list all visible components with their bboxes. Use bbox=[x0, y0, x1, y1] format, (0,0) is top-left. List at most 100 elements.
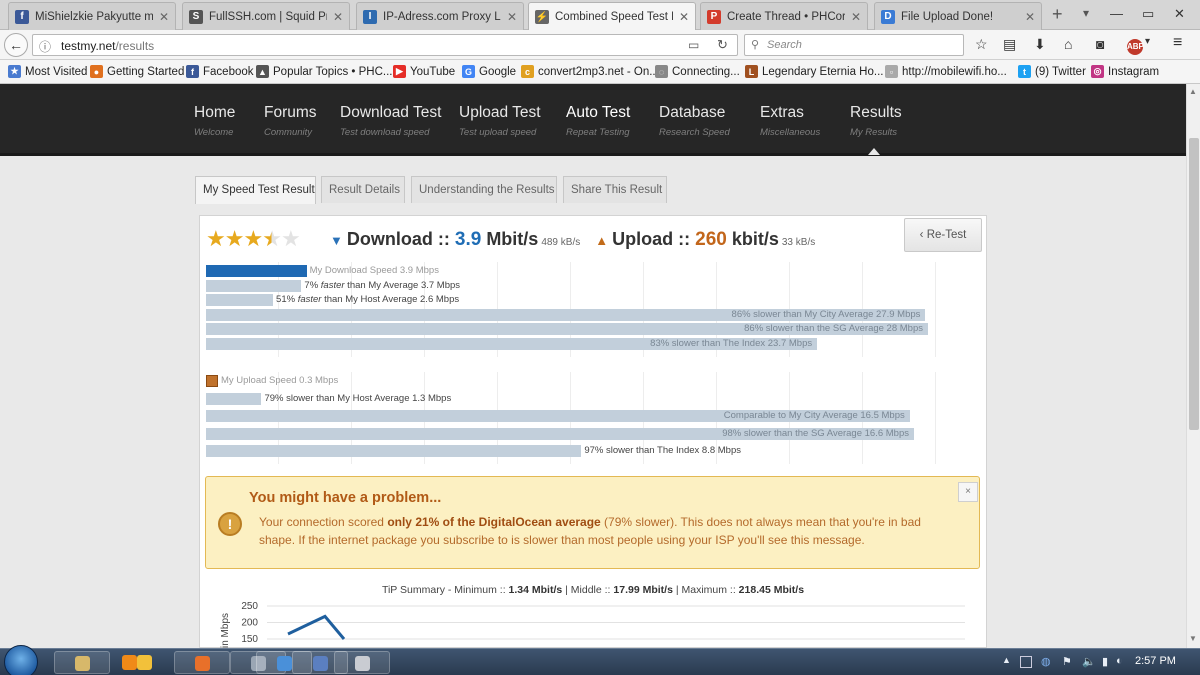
nav-item-subtitle: Research Speed bbox=[659, 127, 730, 138]
nav-item-database[interactable]: Database Research Speed bbox=[659, 104, 730, 138]
menu-hamburger-icon[interactable]: ≡ bbox=[1173, 34, 1182, 52]
downloads-icon[interactable]: ⬇ bbox=[1034, 36, 1046, 53]
site-info-icon[interactable]: ⓘ bbox=[39, 38, 51, 55]
search-input[interactable]: ⚲ Search bbox=[744, 34, 964, 56]
maximize-icon[interactable]: ▭ bbox=[1142, 6, 1154, 22]
bookmark-item[interactable]: ★ Most Visited bbox=[8, 65, 87, 78]
chart-y-tick-label: 250 bbox=[241, 601, 258, 612]
tab-close-icon[interactable]: ✕ bbox=[507, 10, 517, 24]
bookmark-star-icon[interactable]: ☆ bbox=[975, 36, 988, 53]
tab-close-icon[interactable]: ✕ bbox=[1025, 10, 1035, 24]
start-button[interactable] bbox=[4, 645, 38, 675]
tab-result-details[interactable]: Result Details bbox=[321, 176, 405, 203]
scroll-up-icon[interactable]: ▲ bbox=[1189, 87, 1197, 96]
browser-tab[interactable]: D File Upload Done! ✕ bbox=[874, 2, 1042, 30]
bookmarks-menu-icon[interactable]: ▤ bbox=[1003, 36, 1016, 53]
browser-tab[interactable]: S FullSSH.com | Squid Proxy ✕ bbox=[182, 2, 350, 30]
taskbar-app-button[interactable] bbox=[54, 651, 110, 674]
scrollbar-thumb[interactable] bbox=[1189, 138, 1199, 430]
browser-tab[interactable]: f MiShielzkie Pakyutte mess ✕ bbox=[8, 2, 176, 30]
tray-network-icon[interactable]: ◍ bbox=[1041, 655, 1051, 668]
scroll-down-icon[interactable]: ▼ bbox=[1189, 634, 1197, 643]
minimize-icon[interactable]: — bbox=[1110, 6, 1123, 21]
tab-share-result[interactable]: Share This Result bbox=[563, 176, 667, 203]
tab-understanding-results[interactable]: Understanding the Results bbox=[411, 176, 557, 203]
tray-language-icon[interactable]: ◐ bbox=[1116, 655, 1123, 667]
bookmark-item[interactable]: G Google bbox=[462, 65, 516, 78]
tab-close-icon[interactable]: ✕ bbox=[851, 10, 861, 24]
adblock-dropdown-icon[interactable]: ▾ bbox=[1145, 36, 1150, 47]
adblock-plus-icon[interactable]: ABP bbox=[1127, 39, 1144, 55]
tab-label: File Upload Done! bbox=[901, 10, 994, 23]
tab-favicon-icon: ⚡ bbox=[535, 10, 549, 24]
url-text[interactable]: testmy.net/results bbox=[61, 39, 154, 53]
rating-star-icon: ★ bbox=[280, 226, 301, 251]
page-scrollbar[interactable]: ▲ ▼ bbox=[1186, 84, 1200, 648]
tab-close-icon[interactable]: ✕ bbox=[159, 10, 169, 24]
nav-item-auto-test[interactable]: Auto Test Repeat Testing bbox=[566, 104, 630, 138]
tab-list-dropdown-icon[interactable]: ▾ bbox=[1083, 6, 1089, 20]
bookmark-label: Google bbox=[479, 65, 517, 78]
browser-tab[interactable]: ⚡ Combined Speed Test Res ✕ bbox=[528, 2, 696, 31]
taskbar-clock[interactable]: 2:57 PM bbox=[1135, 655, 1176, 667]
bookmark-item[interactable]: ▲ Popular Topics • PHC... bbox=[256, 65, 393, 78]
nav-item-subtitle: Miscellaneous bbox=[760, 127, 821, 138]
nav-item-download-test[interactable]: Download Test Test download speed bbox=[340, 104, 441, 138]
alert-close-button[interactable]: × bbox=[958, 482, 978, 502]
retest-button[interactable]: ‹ Re-Test bbox=[904, 218, 982, 252]
taskbar-app-button[interactable] bbox=[174, 651, 230, 674]
taskbar-app-button[interactable] bbox=[125, 651, 165, 674]
bookmark-item[interactable]: ● Getting Started bbox=[90, 65, 184, 78]
nav-item-extras[interactable]: Extras Miscellaneous bbox=[760, 104, 820, 138]
download-compare-label: 86% slower than My City Average 27.9 Mbp… bbox=[520, 309, 921, 321]
new-tab-button[interactable]: + bbox=[1052, 4, 1063, 25]
home-icon[interactable]: ⌂ bbox=[1064, 36, 1072, 52]
bookmark-item[interactable]: L Legendary Eternia Ho... bbox=[745, 65, 883, 78]
rating-star-icon: ★ bbox=[243, 226, 263, 251]
taskbar-app-button[interactable] bbox=[334, 651, 390, 674]
compare-pre: 7% bbox=[304, 280, 321, 291]
reload-icon[interactable]: ↻ bbox=[717, 37, 728, 53]
close-window-icon[interactable]: ✕ bbox=[1174, 6, 1185, 22]
browser-tab[interactable]: I IP-Adress.com Proxy List | ✕ bbox=[356, 2, 524, 30]
reader-view-icon[interactable]: ▭ bbox=[688, 38, 699, 52]
url-bar[interactable]: ⓘ testmy.net/results ▭ ↻ bbox=[32, 34, 738, 56]
nav-item-subtitle: Test upload speed bbox=[459, 127, 537, 138]
bookmark-item[interactable]: ▶ YouTube bbox=[393, 65, 455, 78]
download-unit: Mbit/s bbox=[486, 229, 539, 249]
tab-my-speed-test-result[interactable]: My Speed Test Result bbox=[195, 176, 316, 204]
tray-action-center-icon[interactable]: ⚑ bbox=[1062, 655, 1072, 668]
upload-label: Upload :: bbox=[612, 229, 691, 249]
browser-tab[interactable]: P Create Thread • PHCorner ✕ bbox=[700, 2, 868, 30]
my-download-label: My Download Speed 3.9 Mbps bbox=[309, 265, 439, 276]
nav-item-home[interactable]: Home Welcome bbox=[194, 104, 235, 138]
tab-close-icon[interactable]: ✕ bbox=[333, 10, 343, 24]
bookmark-favicon-icon: f bbox=[186, 65, 199, 78]
tray-up-arrow-icon[interactable]: ▲ bbox=[1002, 655, 1011, 665]
nav-item-results[interactable]: Results My Results bbox=[850, 104, 902, 138]
taskbar-app-icon bbox=[313, 656, 328, 671]
tray-window-icon[interactable] bbox=[1020, 656, 1032, 668]
tray-volume-icon[interactable]: 🔈 bbox=[1082, 655, 1096, 668]
bookmark-item[interactable]: t (9) Twitter bbox=[1018, 65, 1086, 78]
back-button[interactable]: ← bbox=[4, 33, 28, 57]
nav-item-label: Upload Test bbox=[459, 104, 541, 121]
bookmark-item[interactable]: ◌ Connecting... bbox=[655, 65, 740, 78]
bookmark-item[interactable]: f Facebook bbox=[186, 65, 254, 78]
bookmark-item[interactable]: ◎ Instagram bbox=[1091, 65, 1159, 78]
rating-star-icon: ★ bbox=[262, 226, 282, 251]
bookmark-item[interactable]: c convert2mp3.net - On... bbox=[521, 65, 659, 78]
nav-item-forums[interactable]: Forums Community bbox=[264, 104, 317, 138]
compare-emphasis: faster bbox=[320, 280, 345, 291]
bookmark-favicon-icon: t bbox=[1018, 65, 1031, 78]
nav-item-upload-test[interactable]: Upload Test Test upload speed bbox=[459, 104, 541, 138]
bookmark-item[interactable]: ▫ http://mobilewifi.ho... bbox=[885, 65, 1007, 78]
tab-close-icon[interactable]: ✕ bbox=[679, 10, 689, 24]
nav-item-label: Results bbox=[850, 104, 902, 121]
bookmarks-bar: ★ Most Visited ● Getting Started f Facebook ▲ P… bbox=[0, 60, 1200, 84]
pocket-icon[interactable]: ◙ bbox=[1096, 36, 1104, 52]
tray-signal-icon[interactable]: ▮ bbox=[1102, 655, 1108, 668]
bookmark-label: Instagram bbox=[1108, 65, 1160, 78]
search-placeholder: Search bbox=[767, 39, 802, 51]
taskbar-app-icon bbox=[195, 656, 210, 671]
